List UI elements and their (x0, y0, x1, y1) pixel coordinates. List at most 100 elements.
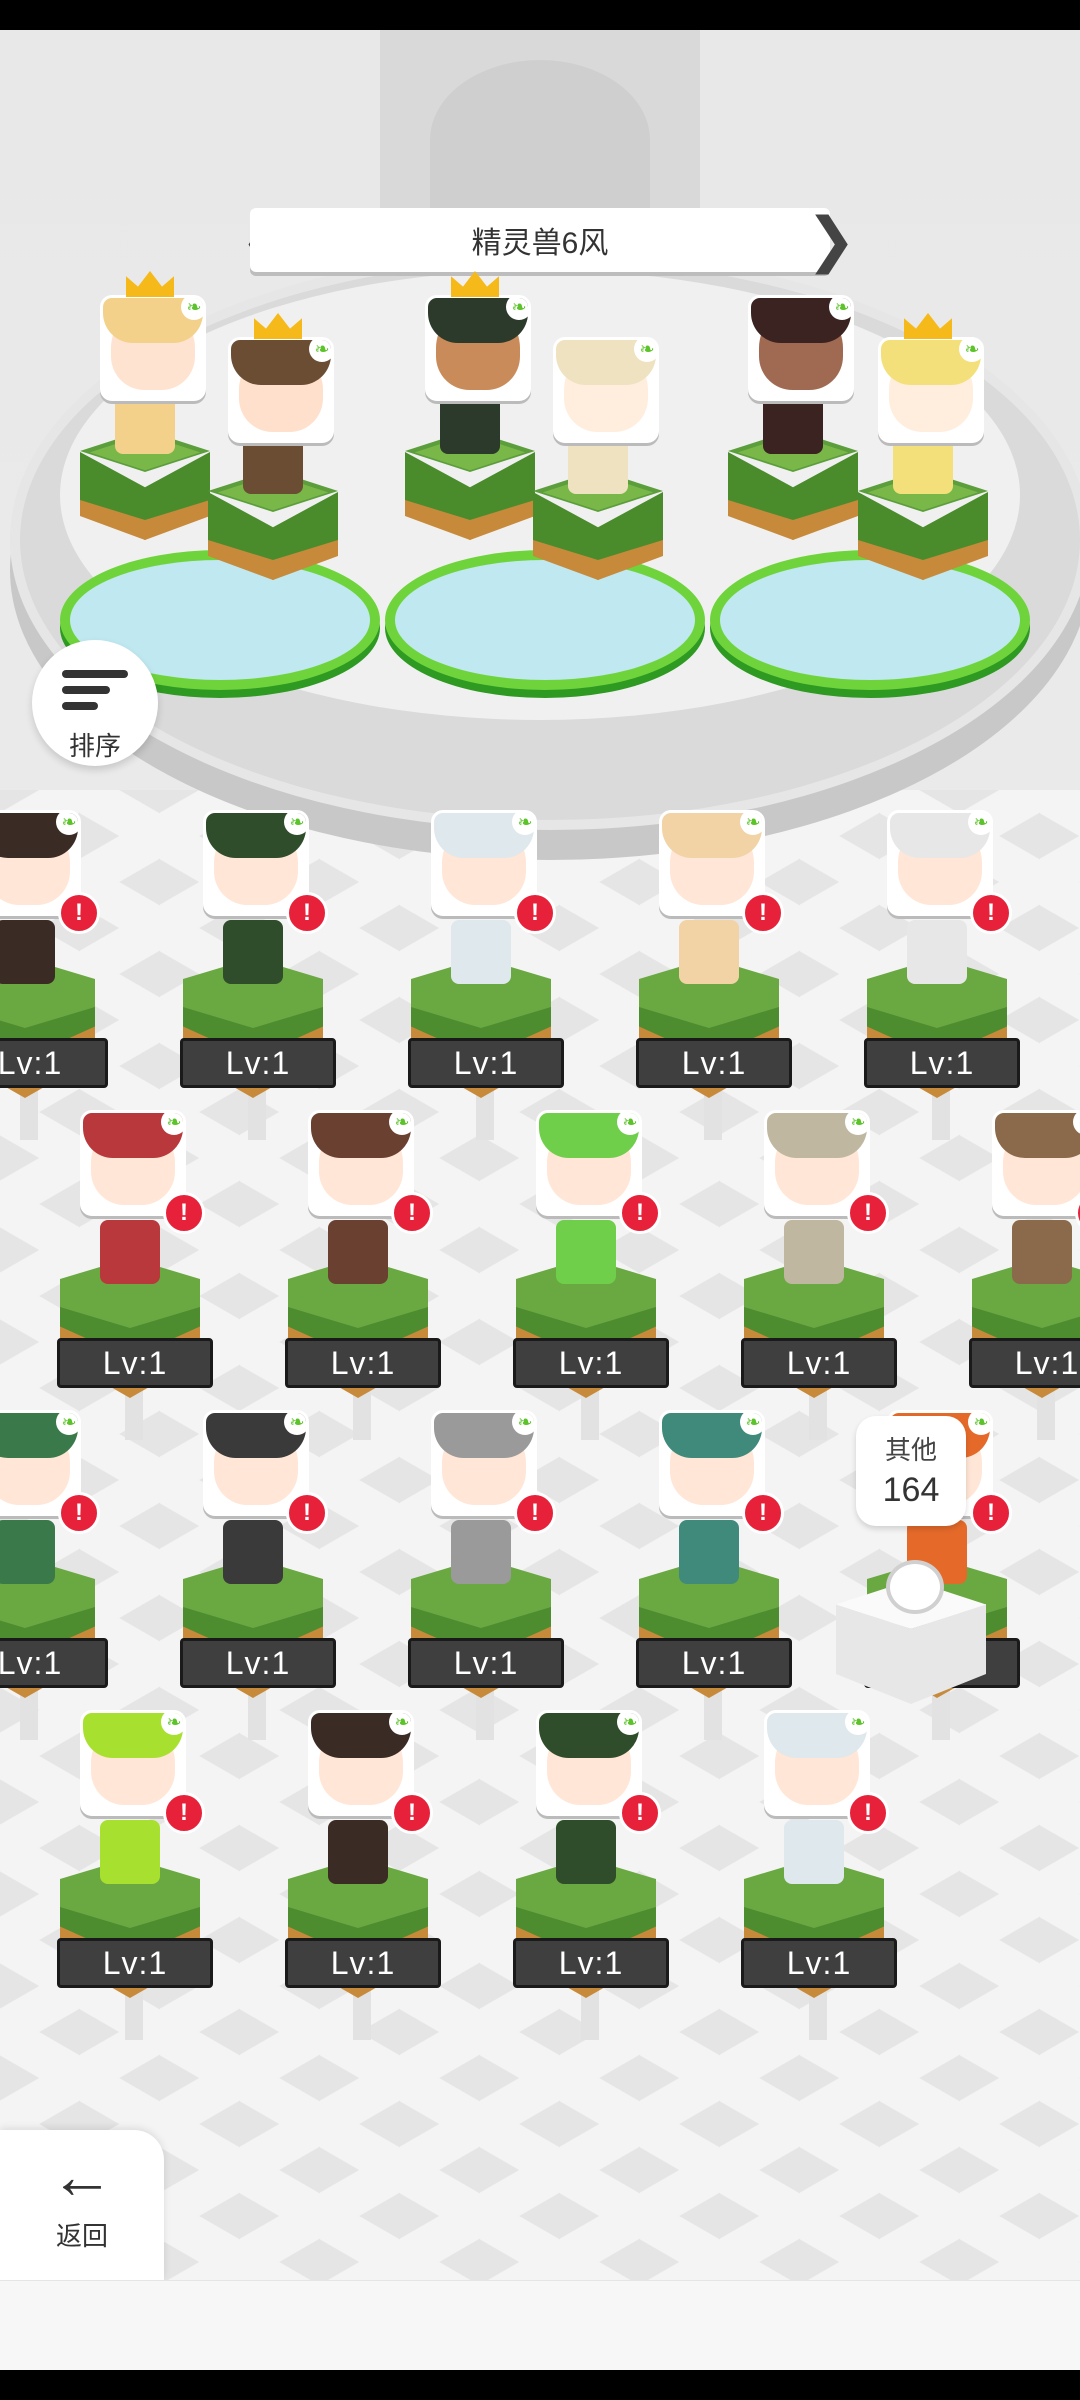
temple-emblem (430, 60, 650, 220)
wind-element-icon: ❧ (56, 1413, 78, 1435)
team-member-portrait[interactable]: ❧ (878, 337, 984, 443)
wind-element-icon: ❧ (389, 1113, 411, 1135)
alert-icon: ! (391, 1192, 433, 1234)
team-member-portrait[interactable]: ❧ (553, 337, 659, 443)
character-sprite[interactable] (328, 1820, 388, 1884)
character-sprite[interactable] (556, 1820, 616, 1884)
level-badge: Lv:1 (408, 1038, 564, 1088)
team-member-portrait[interactable]: ❧ (228, 337, 334, 443)
character-sprite[interactable] (1012, 1220, 1072, 1284)
character-sprite[interactable] (328, 1220, 388, 1284)
wind-element-icon: ❧ (161, 1713, 183, 1735)
sort-button[interactable]: 排序 (32, 640, 158, 766)
character-sprite[interactable] (100, 1220, 160, 1284)
alert-icon: ! (58, 892, 100, 934)
level-badge: Lv:1 (741, 1338, 897, 1388)
wind-element-icon: ❧ (959, 340, 981, 362)
wind-element-icon: ❧ (617, 1713, 639, 1735)
alert-icon: ! (970, 892, 1012, 934)
wind-element-icon: ❧ (845, 1713, 867, 1735)
back-arrow-icon: ← (50, 2140, 114, 2212)
level-badge: Lv:1 (969, 1338, 1080, 1388)
character-sprite[interactable] (100, 1820, 160, 1884)
other-count: 164 (882, 1471, 940, 1509)
bottom-strip (0, 2280, 1080, 2371)
level-badge: Lv:1 (513, 1338, 669, 1388)
alert-icon: ! (514, 1492, 556, 1534)
wind-element-icon: ❧ (309, 340, 331, 362)
character-sprite[interactable] (451, 920, 511, 984)
alert-icon: ! (970, 1492, 1012, 1534)
alert-icon: ! (619, 1192, 661, 1234)
character-sprite[interactable] (556, 1220, 616, 1284)
level-badge: Lv:1 (741, 1938, 897, 1988)
character-portrait[interactable]: ❧ (992, 1110, 1080, 1216)
level-badge: Lv:1 (636, 1038, 792, 1088)
alert-icon: ! (58, 1492, 100, 1534)
wind-element-icon: ❧ (845, 1113, 867, 1135)
wind-element-icon: ❧ (968, 813, 990, 835)
level-badge: Lv:1 (513, 1938, 669, 1988)
other-count-bubble[interactable]: 其他 164 (856, 1416, 966, 1526)
character-sprite[interactable] (451, 1520, 511, 1584)
alert-icon: ! (163, 1792, 205, 1834)
team-title: 精灵兽6风 (250, 208, 830, 272)
level-badge: Lv:1 (0, 1038, 108, 1088)
wind-element-icon: ❧ (506, 298, 528, 320)
sort-icon (62, 670, 128, 718)
alert-icon: ! (847, 1192, 889, 1234)
wind-element-icon: ❧ (740, 1413, 762, 1435)
team-member-portrait[interactable]: ❧ (425, 295, 531, 401)
alert-icon: ! (163, 1192, 205, 1234)
character-sprite[interactable] (784, 1820, 844, 1884)
alert-icon: ! (619, 1792, 661, 1834)
silhouette-icon (886, 1560, 944, 1614)
other-label: 其他 (884, 1435, 937, 1465)
wind-element-icon: ❧ (512, 1413, 534, 1435)
wind-element-icon: ❧ (512, 813, 534, 835)
back-label: 返回 (55, 2221, 108, 2251)
team-member-portrait[interactable]: ❧ (100, 295, 206, 401)
character-sprite[interactable] (679, 1520, 739, 1584)
navigation-bar (0, 2370, 1080, 2400)
character-sprite[interactable] (223, 1520, 283, 1584)
wind-element-icon: ❧ (617, 1113, 639, 1135)
character-sprite[interactable] (223, 920, 283, 984)
alert-icon: ! (742, 892, 784, 934)
character-sprite[interactable] (0, 1520, 55, 1584)
wind-element-icon: ❧ (284, 1413, 306, 1435)
alert-icon: ! (286, 892, 328, 934)
level-badge: Lv:1 (180, 1638, 336, 1688)
alert-icon: ! (742, 1492, 784, 1534)
team-member-portrait[interactable]: ❧ (748, 295, 854, 401)
other-placeholder-pedestal[interactable] (836, 1560, 986, 1710)
level-badge: Lv:1 (285, 1338, 441, 1388)
level-badge: Lv:1 (57, 1938, 213, 1988)
alert-icon: ! (847, 1792, 889, 1834)
sort-label: 排序 (68, 731, 121, 761)
wind-element-icon: ❧ (634, 340, 656, 362)
character-sprite[interactable] (907, 920, 967, 984)
wind-element-icon: ❧ (284, 813, 306, 835)
status-bar (0, 0, 1080, 30)
wind-element-icon: ❧ (181, 298, 203, 320)
level-badge: Lv:1 (285, 1938, 441, 1988)
wind-element-icon: ❧ (740, 813, 762, 835)
wind-element-icon: ❧ (389, 1713, 411, 1735)
character-sprite[interactable] (784, 1220, 844, 1284)
character-sprite[interactable] (679, 920, 739, 984)
level-badge: Lv:1 (408, 1638, 564, 1688)
wind-element-icon: ❧ (161, 1113, 183, 1135)
wind-element-icon: ❧ (56, 813, 78, 835)
character-sprite[interactable] (0, 920, 55, 984)
level-badge: Lv:1 (57, 1338, 213, 1388)
next-team-chevron-icon[interactable]: ❯ (806, 205, 856, 275)
wind-element-icon: ❧ (829, 298, 851, 320)
wind-element-icon: ❧ (968, 1413, 990, 1435)
alert-icon: ! (514, 892, 556, 934)
level-badge: Lv:1 (636, 1638, 792, 1688)
back-button[interactable]: ← 返回 (0, 2130, 164, 2280)
alert-icon: ! (391, 1792, 433, 1834)
alert-icon: ! (286, 1492, 328, 1534)
level-badge: Lv:1 (0, 1638, 108, 1688)
